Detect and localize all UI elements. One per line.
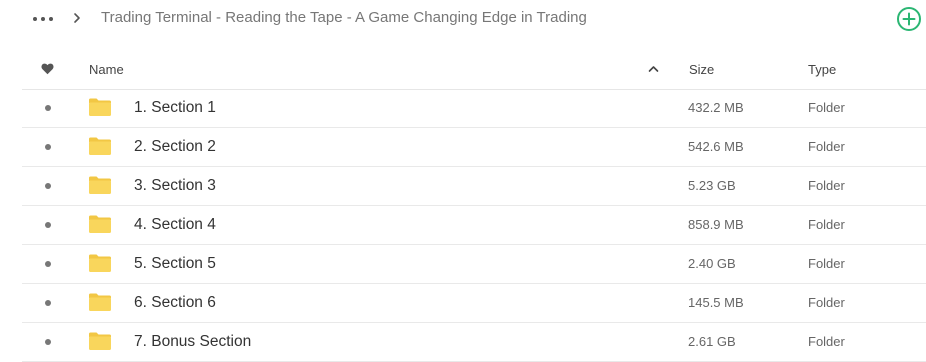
folder-icon <box>89 98 111 116</box>
row-type: Folder <box>808 139 845 154</box>
table-row[interactable]: 6. Section 6 145.5 MB Folder <box>22 284 926 323</box>
table-row[interactable]: 4. Section 4 858.9 MB Folder <box>22 206 926 245</box>
folder-icon <box>89 254 111 272</box>
folder-icon <box>89 332 111 350</box>
row-size: 432.2 MB <box>688 100 744 115</box>
row-bullet <box>45 300 51 306</box>
row-type: Folder <box>808 334 845 349</box>
row-name: 4. Section 4 <box>134 216 216 233</box>
row-size: 5.23 GB <box>688 178 736 193</box>
row-bullet <box>45 339 51 345</box>
row-size: 542.6 MB <box>688 139 744 154</box>
row-size: 2.61 GB <box>688 334 736 349</box>
row-bullet <box>45 261 51 267</box>
folder-icon <box>89 293 111 311</box>
more-options-icon[interactable] <box>33 13 55 25</box>
row-bullet <box>45 105 51 111</box>
chevron-up-icon[interactable] <box>648 65 659 73</box>
column-header-name[interactable]: Name <box>89 62 124 78</box>
folder-icon <box>89 176 111 194</box>
row-bullet <box>45 222 51 228</box>
table-row[interactable]: 5. Section 5 2.40 GB Folder <box>22 245 926 284</box>
table-header: Name Size Type <box>22 51 926 90</box>
row-name: 2. Section 2 <box>134 138 216 155</box>
table-row[interactable]: 3. Section 3 5.23 GB Folder <box>22 167 926 206</box>
row-name: 7. Bonus Section <box>134 333 252 350</box>
column-header-size[interactable]: Size <box>689 62 714 78</box>
row-type: Folder <box>808 256 845 271</box>
file-list: 1. Section 1 432.2 MB Folder 2. Section … <box>22 89 926 362</box>
row-size: 145.5 MB <box>688 295 744 310</box>
add-button[interactable] <box>896 6 922 32</box>
row-name: 3. Section 3 <box>134 177 216 194</box>
table-row[interactable]: 2. Section 2 542.6 MB Folder <box>22 128 926 167</box>
folder-icon <box>89 137 111 155</box>
row-name: 5. Section 5 <box>134 255 216 272</box>
row-bullet <box>45 144 51 150</box>
column-header-type[interactable]: Type <box>808 62 836 78</box>
row-size: 858.9 MB <box>688 217 744 232</box>
breadcrumb[interactable]: Trading Terminal - Reading the Tape - A … <box>101 8 587 28</box>
heart-icon[interactable] <box>41 63 54 75</box>
table-row[interactable]: 7. Bonus Section 2.61 GB Folder <box>22 323 926 362</box>
chevron-right-icon <box>74 13 80 23</box>
table-row[interactable]: 1. Section 1 432.2 MB Folder <box>22 89 926 128</box>
top-bar: Trading Terminal - Reading the Tape - A … <box>0 0 926 40</box>
row-bullet <box>45 183 51 189</box>
row-type: Folder <box>808 217 845 232</box>
row-name: 6. Section 6 <box>134 294 216 311</box>
folder-icon <box>89 215 111 233</box>
row-type: Folder <box>808 178 845 193</box>
row-size: 2.40 GB <box>688 256 736 271</box>
row-type: Folder <box>808 295 845 310</box>
row-name: 1. Section 1 <box>134 99 216 116</box>
row-type: Folder <box>808 100 845 115</box>
